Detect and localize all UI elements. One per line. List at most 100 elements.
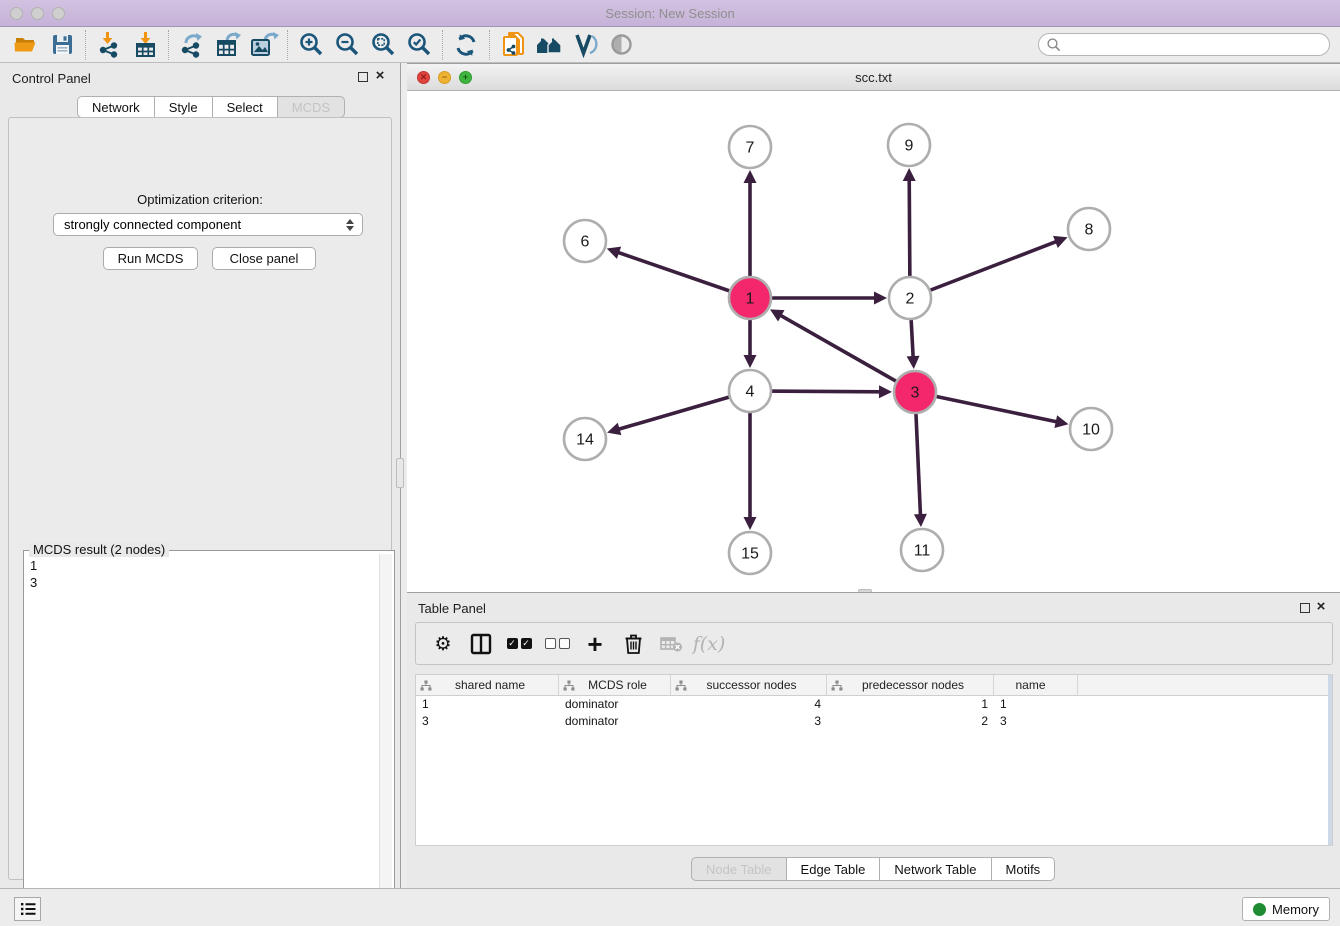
- graph-edge-arrowhead: [744, 355, 757, 368]
- table-cell: 1: [416, 696, 559, 713]
- criterion-value: strongly connected component: [64, 217, 241, 232]
- network-canvas[interactable]: 1234678910111415: [407, 91, 1340, 593]
- panel-splitter-handle[interactable]: [396, 458, 404, 488]
- half-moon-circle-icon[interactable]: [603, 30, 639, 60]
- graph-edge-arrowhead: [744, 170, 757, 183]
- toolbar-separator: [287, 30, 288, 60]
- import-network-icon[interactable]: [91, 30, 127, 60]
- select-stepper-icon: [346, 219, 354, 231]
- zoom-out-icon[interactable]: [329, 30, 365, 60]
- table-cell: 1: [994, 696, 1078, 713]
- float-panel-icon[interactable]: [1300, 603, 1310, 613]
- run-mcds-button[interactable]: Run MCDS: [103, 247, 198, 270]
- open-folder-icon[interactable]: [8, 30, 44, 60]
- mcds-result-group: MCDS result (2 nodes) 13: [23, 550, 395, 926]
- graph-edge-arrowhead: [914, 514, 927, 527]
- graph-edge-arrowhead: [879, 385, 892, 398]
- tab-motifs[interactable]: Motifs: [992, 857, 1056, 881]
- table-cell: 3: [671, 713, 827, 730]
- table-cell: dominator: [559, 696, 671, 713]
- graph-node-label: 15: [741, 546, 759, 563]
- close-panel-button[interactable]: Close panel: [212, 247, 316, 270]
- column-header-predecessor-nodes[interactable]: predecessor nodes: [827, 675, 994, 695]
- function-icon[interactable]: f(x): [694, 628, 724, 660]
- save-floppy-icon[interactable]: [44, 30, 80, 60]
- graph-node-label: 9: [905, 138, 914, 155]
- tab-network[interactable]: Network: [77, 96, 155, 118]
- table-header-row: shared nameMCDS rolesuccessor nodesprede…: [416, 675, 1332, 696]
- documents-network-icon[interactable]: [495, 30, 531, 60]
- column-header-MCDS-role[interactable]: MCDS role: [559, 675, 671, 695]
- mcds-result-title: MCDS result (2 nodes): [29, 542, 169, 557]
- memory-label: Memory: [1272, 902, 1319, 917]
- close-panel-icon[interactable]: ×: [1313, 598, 1329, 616]
- control-panel-header: Control Panel ×: [0, 63, 400, 91]
- tab-node-table[interactable]: Node Table: [691, 857, 787, 881]
- column-header-name[interactable]: name: [994, 675, 1078, 695]
- houses-icon[interactable]: [531, 30, 567, 60]
- close-panel-icon[interactable]: ×: [372, 67, 388, 85]
- graph-node-label: 8: [1085, 222, 1094, 239]
- tab-network-table[interactable]: Network Table: [880, 857, 991, 881]
- search-input[interactable]: [1062, 34, 1329, 55]
- status-bar: Memory: [0, 888, 1340, 926]
- toolbar-separator: [489, 30, 490, 60]
- gear-icon[interactable]: ⚙: [428, 628, 458, 660]
- table-cell: dominator: [559, 713, 671, 730]
- table-panel-title: Table Panel: [418, 601, 486, 616]
- zoom-fit-icon[interactable]: [365, 30, 401, 60]
- unchecked-boxes-icon[interactable]: [542, 628, 572, 660]
- control-panel: Control Panel × NetworkStyleSelectMCDS O…: [0, 63, 401, 888]
- column-header-shared-name[interactable]: shared name: [416, 675, 559, 695]
- zoom-in-icon[interactable]: [293, 30, 329, 60]
- import-table-icon[interactable]: [127, 30, 163, 60]
- graph-node-label: 2: [906, 291, 915, 308]
- graph-node-label: 7: [746, 140, 755, 157]
- checked-boxes-icon[interactable]: ✓✓: [504, 628, 534, 660]
- graph-edge-arrowhead: [607, 423, 621, 435]
- column-header-successor-nodes[interactable]: successor nodes: [671, 675, 827, 695]
- table-row[interactable]: 1dominator411: [416, 696, 1332, 713]
- export-image-icon[interactable]: [246, 30, 282, 60]
- network-window-titlebar: ✕ − + scc.txt: [407, 64, 1340, 91]
- delete-table-icon[interactable]: [656, 628, 686, 660]
- split-panel-icon[interactable]: [466, 628, 496, 660]
- task-list-icon[interactable]: [14, 897, 41, 921]
- plus-icon[interactable]: +: [580, 628, 610, 660]
- graph-edge-arrowhead: [607, 247, 621, 259]
- mcds-panel: Optimization criterion: strongly connect…: [8, 117, 392, 880]
- zoom-selected-icon[interactable]: [401, 30, 437, 60]
- mcds-result-line: 3: [30, 574, 374, 591]
- graph-edge-arrowhead: [907, 356, 920, 369]
- graph-edge-arrowhead: [744, 517, 757, 530]
- graph-edge-3-1[interactable]: [780, 315, 915, 392]
- column-type-icon: [563, 680, 575, 691]
- memory-button[interactable]: Memory: [1242, 897, 1330, 921]
- table-cell: 4: [671, 696, 827, 713]
- toolbar-separator: [168, 30, 169, 60]
- tab-select[interactable]: Select: [213, 96, 278, 118]
- export-network-icon[interactable]: [174, 30, 210, 60]
- tab-style[interactable]: Style: [155, 96, 213, 118]
- graph-edge-arrowhead: [1054, 415, 1068, 428]
- network-window-title: scc.txt: [407, 70, 1340, 85]
- trash-icon[interactable]: [618, 628, 648, 660]
- graph-edge-2-8[interactable]: [910, 241, 1057, 298]
- refresh-layout-icon[interactable]: [448, 30, 484, 60]
- tab-mcds[interactable]: MCDS: [278, 96, 345, 118]
- graph-node-label: 3: [911, 385, 920, 402]
- control-panel-title: Control Panel: [12, 71, 91, 86]
- criterion-select[interactable]: strongly connected component: [53, 213, 363, 236]
- result-scrollbar[interactable]: [379, 554, 392, 924]
- table-cell: 1: [827, 696, 994, 713]
- table-scrollbar[interactable]: [1328, 675, 1332, 845]
- main-toolbar: [0, 27, 1340, 63]
- export-table-icon[interactable]: [210, 30, 246, 60]
- search-box: [1038, 33, 1330, 56]
- float-panel-icon[interactable]: [358, 72, 368, 82]
- table-row[interactable]: 3dominator323: [416, 713, 1332, 730]
- graph-node-label: 10: [1082, 422, 1100, 439]
- memory-status-icon: [1253, 903, 1266, 916]
- tab-edge-table[interactable]: Edge Table: [787, 857, 881, 881]
- letter-v-swoosh-icon[interactable]: [567, 30, 603, 60]
